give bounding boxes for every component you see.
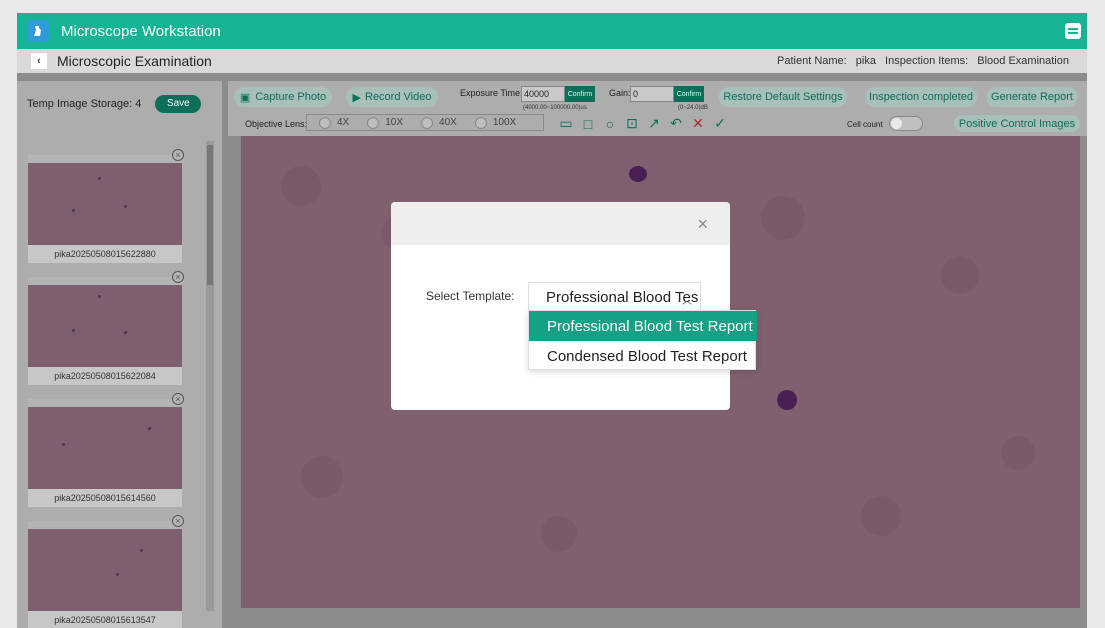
radio-icon[interactable]: [421, 116, 434, 129]
page-title: Microscopic Examination: [57, 53, 212, 69]
check-icon[interactable]: ✓: [712, 115, 728, 132]
gain-input[interactable]: 0: [630, 86, 674, 102]
positive-control-images-button[interactable]: Positive Control Images: [954, 115, 1080, 132]
objective-lens-label: Objective Lens:: [245, 119, 308, 129]
template-select[interactable]: Professional Blood Tes ︿: [528, 282, 701, 312]
circle-tool-icon[interactable]: ○: [602, 116, 618, 132]
close-icon[interactable]: ×: [172, 515, 184, 527]
text-tool-icon[interactable]: ⊡: [624, 115, 640, 132]
thumbnail-image[interactable]: [28, 285, 182, 367]
thumbnail-image[interactable]: [28, 529, 182, 611]
record-video-label: Record Video: [365, 91, 432, 103]
patient-name-value: pika: [855, 55, 876, 67]
select-template-dialog: × Select Template: Professional Blood Te…: [391, 202, 730, 410]
undo-icon[interactable]: ↶: [668, 115, 684, 132]
template-select-value: Professional Blood Tes: [546, 288, 699, 306]
delete-icon[interactable]: ✕: [690, 115, 706, 132]
generate-report-button[interactable]: Generate Report: [986, 87, 1078, 107]
lens-option-100x[interactable]: 100X: [474, 116, 516, 129]
record-video-button[interactable]: ▶ Record Video: [346, 87, 438, 107]
thumbnail-caption: pika20250508015622880: [28, 245, 182, 263]
exposure-time-label: Exposure Time:: [460, 88, 523, 98]
thumbnail-item[interactable]: pika20250508015613547 ×: [28, 515, 184, 628]
select-template-label: Select Template:: [426, 289, 515, 303]
camera-icon: ▣: [239, 91, 251, 104]
lens-option-40x[interactable]: 40X: [421, 116, 457, 129]
scrollbar-thumb[interactable]: [207, 145, 213, 285]
white-blood-cell: [629, 166, 647, 182]
thumbnail-item[interactable]: pika20250508015622880 ×: [28, 149, 184, 263]
exposure-range-hint: (4000.00~100000.00)us: [523, 105, 587, 111]
radio-icon[interactable]: [367, 116, 380, 129]
gain-confirm-button[interactable]: Confirm: [674, 86, 704, 102]
dialog-header: ×: [391, 202, 730, 245]
gain-label: Gain:: [609, 88, 631, 98]
sub-header: ‹ Microscopic Examination Patient Name: …: [17, 49, 1087, 73]
template-option-professional[interactable]: Professional Blood Test Report: [529, 311, 757, 341]
close-icon[interactable]: ×: [172, 271, 184, 283]
back-button[interactable]: ‹: [31, 53, 47, 69]
chevron-up-icon: ︿: [682, 296, 692, 307]
objective-lens-group: 4X 10X 40X 100X: [306, 114, 544, 131]
lens-option-10x[interactable]: 10X: [367, 116, 403, 129]
thumbnail-scrollbar[interactable]: [206, 141, 214, 611]
cell-count-toggle[interactable]: [889, 116, 923, 131]
radio-icon[interactable]: [319, 116, 331, 129]
restore-default-settings-button[interactable]: Restore Default Settings: [719, 87, 847, 107]
rectangle-tool-icon[interactable]: □: [580, 116, 596, 132]
capture-photo-label: Capture Photo: [255, 91, 327, 103]
microscope-app-icon: [27, 20, 49, 42]
patient-info: Patient Name: pika Inspection Items: Blo…: [771, 55, 1069, 67]
inspection-items-value: Blood Examination: [977, 55, 1069, 67]
close-icon[interactable]: ×: [172, 149, 184, 161]
storage-count: Temp Image Storage: 4: [27, 97, 142, 110]
app-title: Microscope Workstation: [61, 22, 221, 40]
thumbnail-caption: pika20250508015614560: [28, 489, 182, 507]
template-option-condensed[interactable]: Condensed Blood Test Report: [529, 341, 757, 371]
radio-icon[interactable]: [474, 116, 487, 129]
line-tool-icon[interactable]: ▭: [558, 115, 574, 132]
capture-photo-button[interactable]: ▣ Capture Photo: [234, 87, 332, 107]
lens-option-4x[interactable]: 4X: [319, 116, 349, 129]
exposure-confirm-button[interactable]: Confirm: [565, 86, 595, 102]
cell-count-label: Cell count: [847, 120, 883, 129]
close-icon[interactable]: ×: [697, 214, 708, 235]
storage-bar: Temp Image Storage: 4 Save: [17, 81, 222, 126]
thumbnail-image[interactable]: [28, 163, 182, 245]
thumbnail-item[interactable]: pika20250508015622084 ×: [28, 271, 184, 385]
thumbnail-caption: pika20250508015613547: [28, 611, 182, 628]
close-icon[interactable]: ×: [172, 393, 184, 405]
inspection-items-label: Inspection Items:: [885, 55, 969, 67]
camera-toolbar: ▣ Capture Photo ▶ Record Video Exposure …: [228, 81, 1087, 136]
save-button[interactable]: Save: [155, 94, 202, 113]
template-dropdown: Professional Blood Test Report Condensed…: [528, 310, 757, 371]
white-blood-cell: [777, 390, 797, 410]
arrow-tool-icon[interactable]: ↗: [646, 115, 662, 132]
play-icon: ▶: [352, 91, 361, 104]
title-bar: Microscope Workstation: [17, 13, 1087, 49]
inspection-completed-button[interactable]: Inspection completed: [865, 87, 977, 107]
patient-name-label: Patient Name:: [777, 55, 847, 67]
thumbnail-caption: pika20250508015622084: [28, 367, 182, 385]
thumbnail-item[interactable]: pika20250508015614560 ×: [28, 393, 184, 507]
annotation-tools: ▭ □ ○ ⊡ ↗ ↶ ✕ ✓: [558, 115, 728, 132]
exposure-time-input[interactable]: 40000: [521, 86, 565, 102]
gain-range-hint: (0~24.0)dB: [678, 105, 708, 111]
thumbnail-image[interactable]: [28, 407, 182, 489]
menu-icon[interactable]: [1065, 23, 1081, 39]
